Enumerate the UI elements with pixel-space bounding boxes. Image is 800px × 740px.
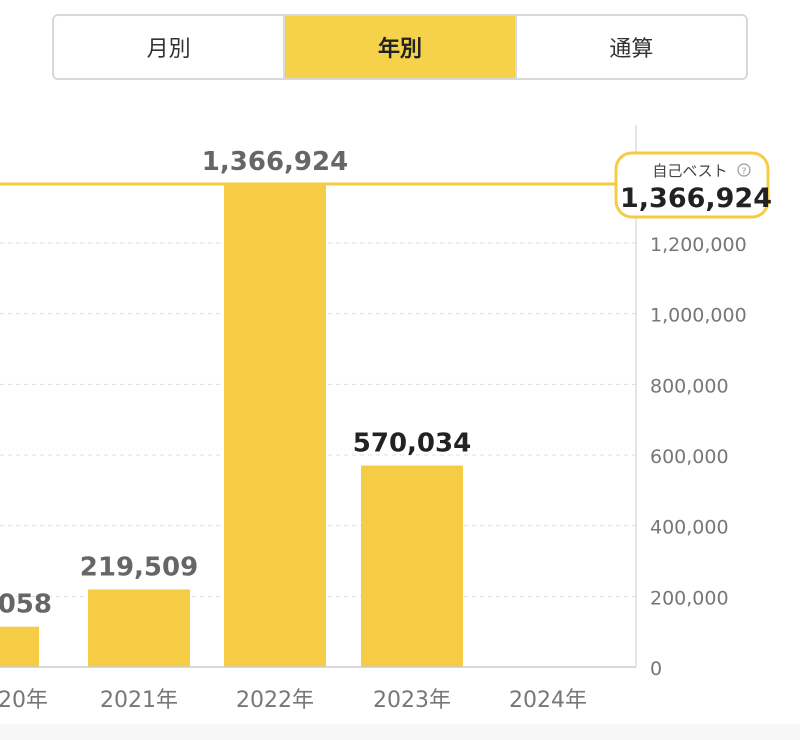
x-tick-label: 2023年 — [373, 688, 451, 713]
x-tick-label: 2021年 — [100, 688, 178, 713]
bottom-band — [0, 724, 800, 740]
y-tick-label: 600,000 — [650, 446, 729, 468]
bar[interactable] — [361, 465, 463, 667]
x-tick-label: 20年 — [0, 688, 48, 713]
bar[interactable] — [88, 589, 190, 667]
svg-text:?: ? — [742, 167, 747, 177]
x-tick-label: 2024年 — [509, 688, 587, 713]
y-tick-label: 800,000 — [650, 375, 729, 397]
x-tick-label: 2022年 — [236, 688, 314, 713]
personal-best-label: 自己ベスト — [652, 162, 727, 180]
y-tick-label: 1,000,000 — [650, 305, 747, 327]
bars — [0, 184, 463, 667]
bar[interactable] — [0, 626, 39, 667]
yearly-bar-chart: 058 219,509 1,366,924 570,034 0 200,000 400,0… — [0, 125, 772, 713]
y-tick-label: 1,200,000 — [650, 234, 747, 256]
bar-value-label: 1,366,924 — [202, 147, 348, 177]
personal-best-value: 1,366,924 — [620, 183, 772, 214]
bar-value-label: 219,509 — [80, 552, 198, 582]
y-tick-label: 400,000 — [650, 517, 729, 539]
y-tick-label: 0 — [650, 658, 662, 680]
bar-value-label: 570,034 — [353, 429, 471, 459]
bar-value-label: 058 — [0, 590, 52, 620]
personal-best-badge[interactable]: 自己ベスト ? 1,366,924 — [614, 151, 772, 219]
bar[interactable] — [224, 184, 326, 667]
y-tick-label: 200,000 — [650, 587, 729, 609]
